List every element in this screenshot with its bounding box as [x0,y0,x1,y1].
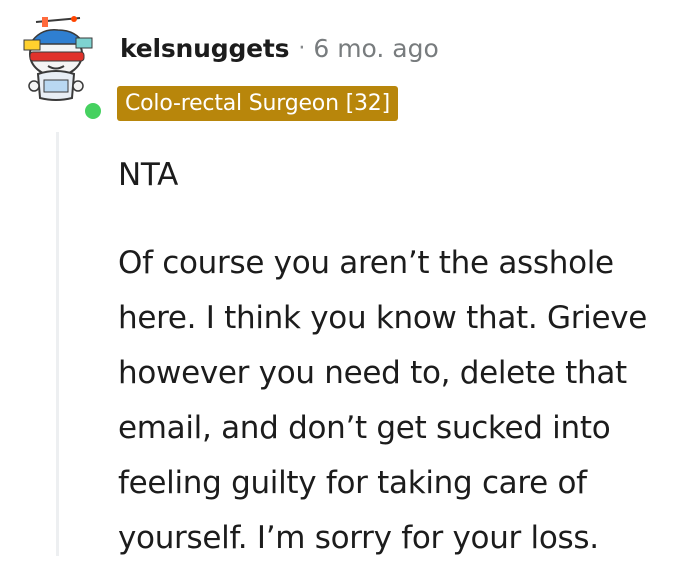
thread-collapse-line[interactable] [56,132,59,556]
user-flair: Colo-rectal Surgeon [32] [117,86,398,121]
comment-timestamp[interactable]: 6 mo. ago [313,34,438,63]
comment-paragraph: NTA [118,157,179,193]
online-status-dot [82,100,104,122]
meta-separator: · [298,35,306,61]
username-link[interactable]: kelsnuggets [120,34,290,63]
comment-body: NTA Of course you aren’t the asshole her… [118,148,698,566]
user-avatar[interactable] [14,16,104,122]
comment-paragraph: Of course you aren’t the asshole here. I… [118,245,648,556]
comment: kelsnuggets · 6 mo. ago Colo-rectal Surg… [0,0,700,556]
snoo-avatar-icon [23,16,93,101]
comment-meta: kelsnuggets · 6 mo. ago [120,30,439,66]
